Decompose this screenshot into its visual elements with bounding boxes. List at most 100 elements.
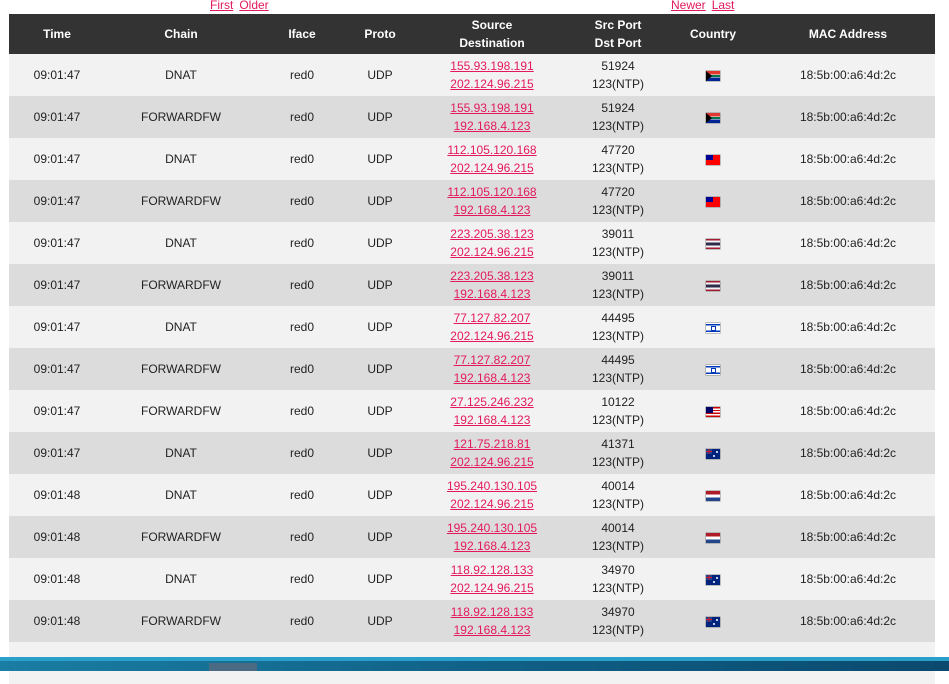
dst-port: 123(NTP): [591, 497, 644, 511]
table-row: 09:01:48 FORWARDFW red0 UDP 195.240.130.105 1…: [9, 516, 935, 558]
source-ip-link[interactable]: 112.105.120.168: [413, 141, 571, 159]
source-ip-link[interactable]: 155.93.198.191: [413, 57, 571, 75]
cell-iface: red0: [257, 96, 347, 138]
source-ip-link[interactable]: 195.240.130.105: [413, 477, 571, 495]
country-flag-th-icon: [706, 280, 720, 291]
country-flag-tw-icon: [706, 196, 720, 207]
cell-proto: UDP: [347, 222, 413, 264]
source-ip-link[interactable]: 118.92.128.133: [413, 603, 571, 621]
cell-country: [665, 96, 761, 138]
cell-source-destination: 112.105.120.168 192.168.4.123: [413, 180, 571, 222]
destination-ip-link[interactable]: 192.168.4.123: [413, 285, 571, 303]
src-port: 39011: [601, 227, 635, 241]
table-row: 09:01:47 FORWARDFW red0 UDP 112.105.120.168 1…: [9, 180, 935, 222]
src-port: 34970: [601, 563, 635, 577]
cell-chain: DNAT: [105, 222, 257, 264]
header-mac: MAC Address: [761, 14, 935, 54]
src-port: 41371: [601, 437, 635, 451]
country-flag-my-icon: [706, 406, 720, 417]
bottom-status-bar: [0, 657, 949, 671]
destination-ip-link[interactable]: 202.124.96.215: [413, 75, 571, 93]
cell-time: 09:01:48: [9, 600, 105, 642]
cell-source-destination: 77.127.82.207 202.124.96.215: [413, 306, 571, 348]
destination-ip-link[interactable]: 192.168.4.123: [413, 537, 571, 555]
source-ip-link[interactable]: 223.205.38.123: [413, 225, 571, 243]
destination-ip-link[interactable]: 192.168.4.123: [413, 411, 571, 429]
destination-ip-link[interactable]: 202.124.96.215: [413, 327, 571, 345]
src-port: 10122: [601, 395, 635, 409]
cell-chain: DNAT: [105, 138, 257, 180]
cell-country: [665, 558, 761, 600]
pager-last-link[interactable]: Last: [712, 0, 735, 12]
cell-ports: 44495 123(NTP): [571, 348, 665, 390]
cell-chain: FORWARDFW: [105, 390, 257, 432]
cell-iface: red0: [257, 558, 347, 600]
cell-source-destination: 223.205.38.123 202.124.96.215: [413, 222, 571, 264]
pager-first-link[interactable]: First: [210, 0, 233, 12]
cell-chain: DNAT: [105, 432, 257, 474]
destination-ip-link[interactable]: 202.124.96.215: [413, 159, 571, 177]
cell-proto: UDP: [347, 138, 413, 180]
destination-ip-link[interactable]: 192.168.4.123: [413, 117, 571, 135]
table-row: 09:01:48 DNAT red0 UDP 118.92.128.133 202.124…: [9, 558, 935, 600]
source-ip-link[interactable]: 223.205.38.123: [413, 267, 571, 285]
src-port: 51924: [601, 59, 635, 73]
destination-ip-link[interactable]: 202.124.96.215: [413, 495, 571, 513]
source-ip-link[interactable]: 118.92.128.133: [413, 561, 571, 579]
cell-source-destination: 155.93.198.191 202.124.96.215: [413, 54, 571, 96]
src-port: 34970: [601, 605, 635, 619]
cell-ports: 34970 123(NTP): [571, 558, 665, 600]
source-ip-link[interactable]: 121.75.218.81: [413, 435, 571, 453]
destination-ip-link[interactable]: 202.124.96.215: [413, 243, 571, 261]
table-row: 09:01:47 DNAT red0 UDP 112.105.120.168 202.12…: [9, 138, 935, 180]
header-country: Country: [665, 14, 761, 54]
cell-chain: FORWARDFW: [105, 180, 257, 222]
bottom-bar-tab[interactable]: [209, 663, 257, 671]
cell-proto: UDP: [347, 306, 413, 348]
dst-port: 123(NTP): [591, 77, 644, 91]
cell-time: 09:01:48: [9, 474, 105, 516]
src-port: 47720: [601, 143, 635, 157]
pager-older-link[interactable]: Older: [239, 0, 268, 12]
header-proto: Proto: [347, 14, 413, 54]
source-ip-link[interactable]: 112.105.120.168: [413, 183, 571, 201]
destination-ip-link[interactable]: 192.168.4.123: [413, 201, 571, 219]
cell-iface: red0: [257, 432, 347, 474]
cell-time: 09:01:47: [9, 180, 105, 222]
destination-ip-link[interactable]: 202.124.96.215: [413, 453, 571, 471]
cell-mac: 18:5b:00:a6:4d:2c: [761, 516, 935, 558]
source-ip-link[interactable]: 27.125.246.232: [413, 393, 571, 411]
source-ip-link[interactable]: 77.127.82.207: [413, 309, 571, 327]
cell-country: [665, 600, 761, 642]
table-row: 09:01:47 DNAT red0 UDP 223.205.38.123 202.124…: [9, 222, 935, 264]
cell-proto: UDP: [347, 54, 413, 96]
cell-time: 09:01:48: [9, 516, 105, 558]
header-destination: Destination: [459, 36, 525, 50]
cell-mac: 18:5b:00:a6:4d:2c: [761, 54, 935, 96]
cell-ports: 47720 123(NTP): [571, 138, 665, 180]
cell-source-destination: 112.105.120.168 202.124.96.215: [413, 138, 571, 180]
cell-proto: UDP: [347, 264, 413, 306]
src-port: 44495: [601, 311, 635, 325]
source-ip-link[interactable]: 77.127.82.207: [413, 351, 571, 369]
cell-mac: 18:5b:00:a6:4d:2c: [761, 264, 935, 306]
pager-newer-link[interactable]: Newer: [671, 0, 706, 12]
source-ip-link[interactable]: 155.93.198.191: [413, 99, 571, 117]
dst-port: 123(NTP): [591, 245, 644, 259]
cell-country: [665, 264, 761, 306]
country-flag-il-icon: [706, 322, 720, 333]
dst-port: 123(NTP): [591, 581, 644, 595]
cell-mac: 18:5b:00:a6:4d:2c: [761, 222, 935, 264]
cell-proto: UDP: [347, 516, 413, 558]
cell-ports: 51924 123(NTP): [571, 96, 665, 138]
header-ports: Src Port Dst Port: [571, 14, 665, 54]
cell-iface: red0: [257, 474, 347, 516]
destination-ip-link[interactable]: 192.168.4.123: [413, 369, 571, 387]
cell-time: 09:01:47: [9, 432, 105, 474]
cell-iface: red0: [257, 390, 347, 432]
destination-ip-link[interactable]: 192.168.4.123: [413, 621, 571, 639]
source-ip-link[interactable]: 195.240.130.105: [413, 519, 571, 537]
country-flag-za-icon: [706, 70, 720, 81]
dst-port: 123(NTP): [591, 623, 644, 637]
destination-ip-link[interactable]: 202.124.96.215: [413, 579, 571, 597]
